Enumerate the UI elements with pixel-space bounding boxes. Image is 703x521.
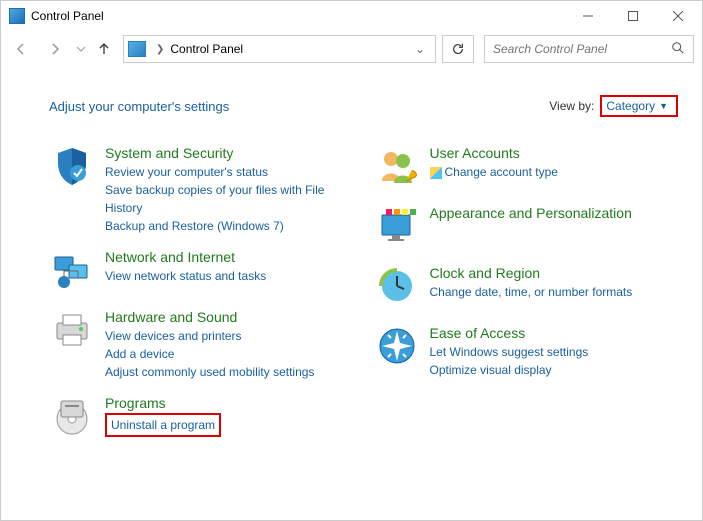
category-link[interactable]: Let Windows suggest settings bbox=[430, 343, 679, 361]
category-link[interactable]: Review your computer's status bbox=[105, 163, 354, 181]
control-panel-icon bbox=[9, 8, 25, 24]
category-title[interactable]: Programs bbox=[105, 395, 354, 411]
category-clock: Clock and Region Change date, time, or n… bbox=[374, 265, 679, 311]
back-button[interactable] bbox=[5, 35, 37, 63]
forward-button[interactable] bbox=[39, 35, 71, 63]
category-programs: Programs Uninstall a program bbox=[49, 395, 354, 441]
search-box[interactable] bbox=[484, 35, 694, 63]
category-link[interactable]: Change date, time, or number formats bbox=[430, 283, 679, 301]
category-appearance: Appearance and Personalization bbox=[374, 205, 679, 251]
category-title[interactable]: Hardware and Sound bbox=[105, 309, 354, 325]
category-ease-of-access: Ease of Access Let Windows suggest setti… bbox=[374, 325, 679, 379]
category-title[interactable]: User Accounts bbox=[430, 145, 679, 161]
header-row: Adjust your computer's settings View by:… bbox=[49, 95, 678, 117]
viewby-value: Category bbox=[606, 99, 655, 113]
category-link[interactable]: Save backup copies of your files with Fi… bbox=[105, 181, 354, 217]
appearance-icon bbox=[374, 205, 420, 251]
category-system-security: System and Security Review your computer… bbox=[49, 145, 354, 235]
search-input[interactable] bbox=[493, 42, 671, 56]
chevron-right-icon: ❯ bbox=[156, 44, 164, 55]
uninstall-program-link[interactable]: Uninstall a program bbox=[111, 418, 215, 432]
titlebar: Control Panel bbox=[1, 1, 702, 31]
network-icon bbox=[49, 249, 95, 295]
uac-shield-icon bbox=[430, 167, 442, 179]
address-bar[interactable]: ❯ Control Panel ⌄ bbox=[123, 35, 436, 63]
recent-dropdown[interactable] bbox=[73, 35, 89, 63]
highlight-uninstall: Uninstall a program bbox=[105, 413, 221, 437]
right-column: User Accounts Change account type Appear… bbox=[374, 145, 679, 455]
page-heading: Adjust your computer's settings bbox=[49, 99, 549, 114]
category-link[interactable]: Optimize visual display bbox=[430, 361, 679, 379]
users-icon bbox=[374, 145, 420, 191]
chevron-down-icon: ▼ bbox=[659, 101, 668, 111]
maximize-button[interactable] bbox=[610, 2, 655, 30]
category-link[interactable]: View network status and tasks bbox=[105, 267, 354, 285]
category-title[interactable]: Clock and Region bbox=[430, 265, 679, 281]
category-link[interactable]: Change account type bbox=[445, 165, 558, 179]
clock-icon bbox=[374, 265, 420, 311]
content-area: Adjust your computer's settings View by:… bbox=[1, 67, 702, 465]
ease-of-access-icon bbox=[374, 325, 420, 371]
category-title[interactable]: Network and Internet bbox=[105, 249, 354, 265]
minimize-button[interactable] bbox=[565, 2, 610, 30]
category-link[interactable]: Add a device bbox=[105, 345, 354, 363]
category-link[interactable]: Adjust commonly used mobility settings bbox=[105, 363, 354, 381]
up-button[interactable] bbox=[91, 36, 117, 62]
category-network: Network and Internet View network status… bbox=[49, 249, 354, 295]
category-hardware: Hardware and Sound View devices and prin… bbox=[49, 309, 354, 381]
category-link[interactable]: View devices and printers bbox=[105, 327, 354, 345]
address-icon bbox=[128, 41, 146, 57]
search-icon[interactable] bbox=[671, 41, 685, 58]
left-column: System and Security Review your computer… bbox=[49, 145, 354, 455]
category-title[interactable]: System and Security bbox=[105, 145, 354, 161]
navbar: ❯ Control Panel ⌄ bbox=[1, 31, 702, 67]
category-columns: System and Security Review your computer… bbox=[49, 145, 678, 455]
address-dropdown-icon[interactable]: ⌄ bbox=[409, 42, 431, 56]
printer-icon bbox=[49, 309, 95, 355]
category-title[interactable]: Appearance and Personalization bbox=[430, 205, 679, 221]
programs-icon bbox=[49, 395, 95, 441]
address-location: Control Panel bbox=[170, 42, 409, 56]
viewby-label: View by: bbox=[549, 99, 594, 113]
close-button[interactable] bbox=[655, 2, 700, 30]
shield-icon bbox=[49, 145, 95, 191]
refresh-button[interactable] bbox=[442, 35, 474, 63]
category-title[interactable]: Ease of Access bbox=[430, 325, 679, 341]
category-user-accounts: User Accounts Change account type bbox=[374, 145, 679, 191]
category-link[interactable]: Backup and Restore (Windows 7) bbox=[105, 217, 354, 235]
window-title: Control Panel bbox=[31, 9, 565, 23]
viewby-dropdown[interactable]: Category ▼ bbox=[600, 95, 678, 117]
